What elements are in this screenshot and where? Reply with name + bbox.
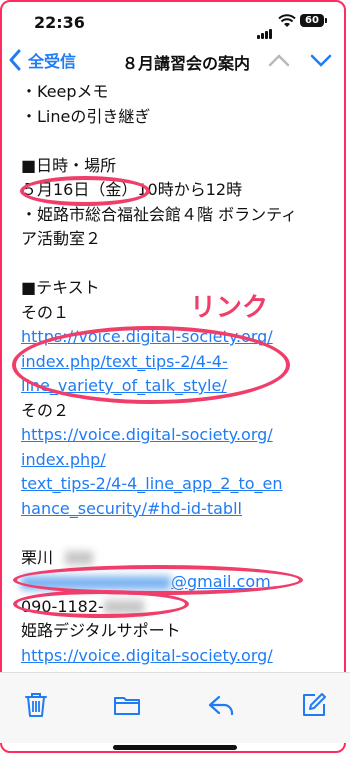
email-link[interactable]: @gmail.com [21, 570, 341, 595]
org-name: 姫路デジタルサポート [21, 621, 181, 640]
body-line: ア活動室２ [21, 229, 102, 248]
back-label: 全受信 [28, 52, 77, 71]
sender-name: 栗川 [21, 547, 54, 567]
reply-icon[interactable] [207, 691, 235, 719]
wifi-icon [278, 14, 296, 27]
body-line: ・Lineの引き継ぎ [21, 106, 151, 126]
text-link-2[interactable]: text_tips-2/4-4_line_app_2_to_en [21, 472, 341, 497]
text-link-2[interactable]: https://voice.digital-society.org/ [21, 423, 341, 448]
email-domain: @gmail.com [171, 572, 271, 591]
phone-line[interactable]: 090-1182- [21, 595, 341, 620]
next-message-icon[interactable] [310, 52, 332, 68]
message-body: ・Keepメモ ・Lineの引き継ぎ ■日時・場所 ５月16日（金）10時から1… [21, 80, 341, 668]
home-indicator [113, 745, 237, 750]
cellular-signal-icon [257, 20, 273, 39]
text-link-1[interactable]: line_variety_of_talk_style/ [21, 374, 341, 399]
link-annotation-label: リンク [190, 293, 269, 323]
status-bar: 22:36 60 [0, 0, 350, 40]
body-line: ・姫路市総合福祉会館４階 ボランティ [21, 204, 298, 224]
blurred-phone [103, 600, 144, 614]
chevron-left-icon [9, 49, 21, 71]
blurred-email [21, 575, 171, 590]
message-subject: ８月講習会の案内 [122, 54, 251, 73]
body-line: その２ [21, 400, 70, 420]
org-link[interactable]: https://voice.digital-society.org/ [21, 644, 341, 669]
bottom-toolbar [0, 672, 350, 743]
body-line: その１ [21, 302, 70, 322]
compose-icon[interactable] [300, 691, 328, 719]
trash-icon[interactable] [22, 691, 50, 719]
blurred-name [65, 551, 94, 565]
battery-icon: 60 [300, 14, 327, 27]
body-line: ■テキスト [21, 278, 100, 297]
previous-message-icon[interactable] [268, 52, 290, 68]
status-time: 22:36 [34, 13, 85, 32]
sender-name-line: 栗川 [21, 546, 341, 571]
text-link-2[interactable]: hance_security/#hd-id-tabll [21, 497, 341, 522]
back-button[interactable]: 全受信 [8, 48, 76, 72]
text-link-1[interactable]: https://voice.digital-society.org/ [21, 325, 341, 350]
folder-icon[interactable] [113, 691, 141, 719]
date-line: ５月16日（金）10時から12時 [21, 180, 243, 199]
phone-prefix: 090-1182- [21, 596, 104, 616]
body-line: ■日時・場所 [21, 155, 117, 175]
text-link-1[interactable]: index.php/text_tips-2/4-4- [21, 350, 341, 375]
text-link-2[interactable]: index.php/ [21, 448, 341, 473]
mail-nav-bar: 全受信 ８月講習会の案内 [0, 42, 350, 82]
body-line: ・Keepメモ [21, 82, 109, 101]
